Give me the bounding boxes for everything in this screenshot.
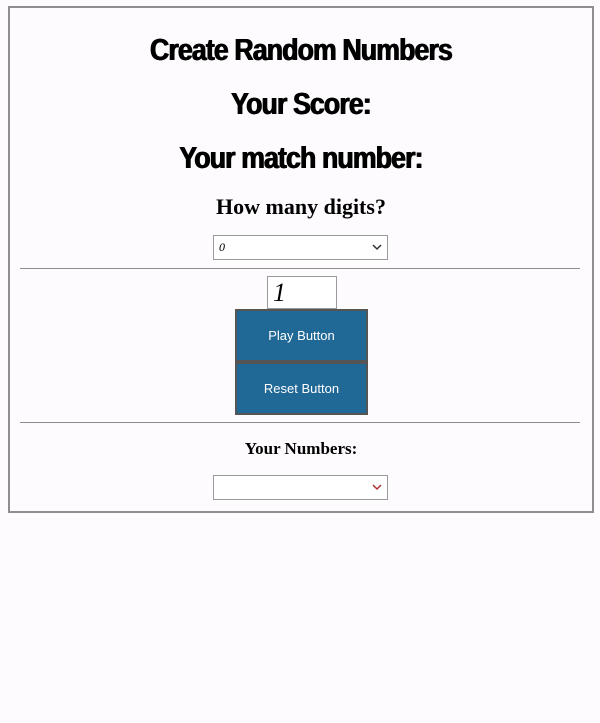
numbers-select[interactable]: [213, 475, 388, 500]
digits-select-value: 0: [219, 240, 225, 254]
match-number-input[interactable]: [267, 276, 337, 309]
chevron-down-icon: [372, 244, 382, 251]
numbers-heading: Your Numbers:: [244, 439, 358, 458]
score-heading: Your Score:: [231, 86, 372, 121]
divider: [20, 268, 580, 269]
page-title: Create Random Numbers: [150, 32, 453, 67]
chevron-down-icon: [372, 484, 382, 491]
play-button[interactable]: Play Button: [235, 309, 368, 362]
reset-button[interactable]: Reset Button: [235, 362, 368, 415]
game-panel: Create Random Numbers Your Score: Your m…: [8, 6, 594, 513]
match-number-heading: Your match number:: [179, 140, 423, 175]
digits-select[interactable]: 0: [213, 235, 388, 260]
digits-prompt: How many digits?: [216, 194, 386, 219]
divider: [20, 422, 580, 423]
